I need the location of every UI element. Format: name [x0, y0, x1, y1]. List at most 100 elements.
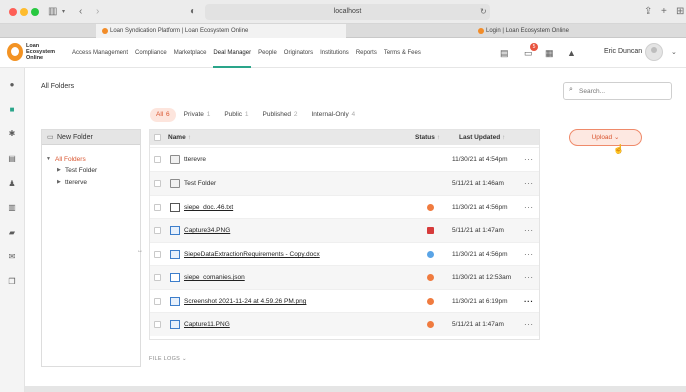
- row-name[interactable]: SiepeDataExtractionRequirements - Copy.d…: [184, 243, 320, 266]
- search-input[interactable]: [579, 86, 667, 97]
- more-actions-icon[interactable]: ···: [524, 313, 534, 336]
- new-tab-icon[interactable]: +: [661, 5, 667, 19]
- more-actions-icon[interactable]: ···: [524, 219, 534, 242]
- maximize-window-button[interactable]: [31, 8, 39, 16]
- more-actions-icon[interactable]: ···: [524, 172, 534, 195]
- copy-icon[interactable]: ❐: [7, 277, 17, 287]
- table-row[interactable]: Test Folder 5/11/21 at 1:46am ···: [150, 171, 539, 195]
- minimize-window-button[interactable]: [20, 8, 28, 16]
- back-icon[interactable]: ‹: [79, 5, 82, 19]
- nav-originators[interactable]: Originators: [284, 38, 313, 68]
- filter-tab-all[interactable]: All 6: [150, 108, 176, 122]
- filter-label: Public: [224, 111, 243, 118]
- filter-tab-internal-only[interactable]: Internal-Only 4: [306, 108, 362, 122]
- forward-icon[interactable]: ›: [96, 5, 99, 19]
- tab-login[interactable]: Login | Loan Ecosystem Online: [472, 24, 672, 38]
- row-checkbox[interactable]: [154, 321, 161, 328]
- caret-right-icon[interactable]: ▶: [57, 177, 61, 188]
- upload-button[interactable]: Upload ⌄: [569, 129, 642, 146]
- share-icon[interactable]: ⇪: [644, 5, 652, 19]
- chevron-down-icon[interactable]: ⌄: [671, 48, 677, 56]
- calendar-icon[interactable]: ▦: [545, 47, 554, 59]
- more-actions-icon[interactable]: ···: [524, 266, 534, 289]
- filter-count: 1: [244, 111, 249, 118]
- gear-icon[interactable]: ✱: [7, 129, 17, 139]
- table-row[interactable]: tterevre 11/30/21 at 4:54pm ···: [150, 147, 539, 171]
- sidebar-toggle-icon[interactable]: ▥: [48, 5, 57, 19]
- filter-tab-private[interactable]: Private 1: [178, 108, 217, 122]
- nav-people[interactable]: People: [258, 38, 277, 68]
- table-row[interactable]: Capture11.PNG 5/11/21 at 1:47am ···: [150, 312, 539, 336]
- messages-icon[interactable]: ▰: [7, 228, 17, 238]
- column-last-updated-header[interactable]: Last Updated ↑: [459, 130, 505, 145]
- caret-right-icon[interactable]: ▶: [57, 165, 61, 176]
- file-logs-toggle[interactable]: FILE LOGS ⌄: [149, 356, 187, 362]
- logo-text[interactable]: Loan Ecosystem Online: [26, 43, 62, 61]
- row-checkbox[interactable]: [154, 251, 161, 258]
- more-actions-icon[interactable]: ···: [524, 243, 534, 266]
- row-checkbox[interactable]: [154, 156, 161, 163]
- column-name-header[interactable]: Name ↑: [168, 130, 191, 145]
- documents-icon[interactable]: ■: [7, 105, 17, 115]
- nav-reports[interactable]: Reports: [356, 38, 377, 68]
- row-checkbox[interactable]: [154, 204, 161, 211]
- sort-arrow-icon: ↑: [187, 134, 191, 141]
- nav-deal-manager[interactable]: Deal Manager: [213, 38, 251, 68]
- book-icon[interactable]: ▥: [7, 203, 17, 213]
- bell-icon[interactable]: ▲: [567, 47, 576, 59]
- row-checkbox[interactable]: [154, 274, 161, 281]
- logo-icon[interactable]: [7, 43, 23, 61]
- folder-icon[interactable]: ▤: [7, 154, 17, 164]
- horizontal-scrollbar[interactable]: [25, 386, 686, 392]
- column-status-header[interactable]: Status ↑: [415, 130, 440, 145]
- mail-icon[interactable]: ✉: [7, 252, 17, 262]
- more-actions-icon[interactable]: ···: [524, 290, 534, 313]
- row-name[interactable]: tterevre: [184, 148, 206, 171]
- filter-label: Internal-Only: [311, 111, 349, 118]
- panel-resize-handle[interactable]: ↔: [137, 248, 143, 254]
- row-name[interactable]: Capture11.PNG: [184, 313, 230, 336]
- select-all-checkbox[interactable]: [154, 134, 161, 141]
- table-row[interactable]: SiepeDataExtractionRequirements - Copy.d…: [150, 242, 539, 266]
- users-icon[interactable]: ♟: [7, 179, 17, 189]
- address-bar[interactable]: localhost: [205, 4, 490, 20]
- chat-icon[interactable]: ▤: [500, 47, 509, 59]
- table-row[interactable]: siepe_comanies.json 11/30/21 at 12:53am …: [150, 265, 539, 289]
- tab-loan-syndication[interactable]: Loan Syndication Platform | Loan Ecosyst…: [96, 24, 346, 38]
- tree-label: ttererve: [65, 179, 88, 186]
- row-checkbox[interactable]: [154, 180, 161, 187]
- close-window-button[interactable]: [9, 8, 17, 16]
- table-row[interactable]: Screenshot 2021-11-24 at 4.59.26 PM.png …: [150, 289, 539, 313]
- more-actions-icon[interactable]: ···: [524, 148, 534, 171]
- filter-tab-published[interactable]: Published 2: [257, 108, 304, 122]
- row-checkbox[interactable]: [154, 227, 161, 234]
- filter-tab-public[interactable]: Public 1: [218, 108, 254, 122]
- caret-down-icon[interactable]: ▼: [46, 154, 51, 165]
- row-name[interactable]: Test Folder: [184, 172, 216, 195]
- search-box[interactable]: ⌕: [563, 82, 672, 100]
- nav-terms-fees[interactable]: Terms & Fees: [384, 38, 421, 68]
- more-actions-icon[interactable]: ···: [524, 196, 534, 219]
- row-checkbox[interactable]: [154, 298, 161, 305]
- row-name[interactable]: siepe_doc..46.txt: [184, 196, 233, 219]
- row-name[interactable]: Capture34.PNG: [184, 219, 230, 242]
- pointer-cursor-icon: ☝: [613, 144, 625, 154]
- table-row[interactable]: siepe_doc..46.txt 11/30/21 at 4:56pm ···: [150, 195, 539, 219]
- tab-overview-icon[interactable]: ⊞: [676, 5, 684, 19]
- info-icon[interactable]: ●: [7, 80, 17, 90]
- row-name[interactable]: siepe_comanies.json: [184, 266, 245, 289]
- row-name[interactable]: Screenshot 2021-11-24 at 4.59.26 PM.png: [184, 290, 306, 313]
- main-nav: Access Management Compliance Marketplace…: [72, 38, 428, 68]
- nav-compliance[interactable]: Compliance: [135, 38, 167, 68]
- user-name[interactable]: Eric Duncan: [604, 48, 642, 55]
- row-date: 11/30/21 at 4:56pm: [452, 251, 508, 258]
- nav-institutions[interactable]: Institutions: [320, 38, 349, 68]
- chevron-down-icon[interactable]: ▾: [62, 5, 65, 19]
- nav-marketplace[interactable]: Marketplace: [174, 38, 207, 68]
- url-text: localhost: [333, 8, 362, 15]
- reload-icon[interactable]: ↻: [480, 5, 487, 19]
- new-folder-button[interactable]: ▭ New Folder: [42, 130, 140, 145]
- avatar[interactable]: [645, 43, 663, 61]
- nav-access-management[interactable]: Access Management: [72, 38, 128, 68]
- table-row[interactable]: Capture34.PNG 5/11/21 at 1:47am ···: [150, 218, 539, 242]
